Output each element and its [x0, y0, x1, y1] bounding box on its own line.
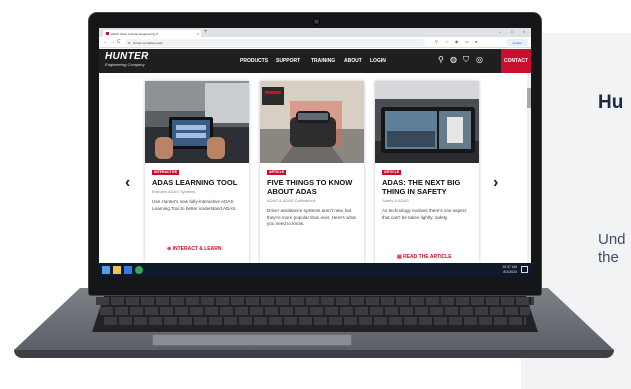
card-description: Use Hunter's new fully-interactive ADAS … — [152, 199, 237, 211]
card-image-tablet-in-car — [145, 81, 249, 163]
card-description: As technology evolves there's one aspect… — [382, 208, 467, 220]
browser-tab-bar: ADAS Tools | Hunter Engineering C × + – … — [99, 28, 531, 37]
card-badge: ARTICLE — [382, 170, 402, 175]
notifications-icon[interactable] — [521, 266, 528, 273]
keyboard-row — [104, 317, 526, 325]
forward-button[interactable]: → — [110, 39, 115, 45]
keyboard-row — [96, 297, 534, 305]
background-heading: Hu — [598, 92, 624, 113]
clock-time: 10:37 AM — [502, 265, 517, 269]
logo-wordmark: HUNTER — [105, 51, 149, 62]
extension-icon[interactable]: ◆ — [455, 39, 458, 44]
laptop-touchpad — [152, 334, 352, 346]
carousel-next-button[interactable]: › — [493, 174, 498, 192]
card-badge: INTERACTIVE — [152, 170, 180, 175]
card-badge: ARTICLE — [267, 170, 287, 175]
webcam-icon — [313, 18, 320, 25]
scene: Hu Und the ADAS Tools | Hunter Engineeri… — [0, 0, 631, 389]
laptop-screen: ADAS Tools | Hunter Engineering C × + – … — [99, 28, 531, 277]
account-icon[interactable]: ◎ — [476, 55, 483, 64]
card-title[interactable]: ADAS: THE NEXT BIG THING IN SAFETY — [382, 178, 476, 196]
nav-about[interactable]: ABOUT — [344, 58, 362, 64]
file-explorer-icon[interactable] — [113, 266, 121, 274]
card-subtitle: Branded ADAS Systems — [152, 189, 196, 194]
carousel-card-learning-tool[interactable]: INTERACTIVE ADAS LEARNING TOOL Branded A… — [145, 81, 249, 263]
nav-products[interactable]: PRODUCTS — [240, 58, 268, 64]
close-window-button[interactable]: × — [523, 29, 525, 34]
nav-support[interactable]: SUPPORT — [276, 58, 300, 64]
back-button[interactable]: ← — [103, 39, 108, 45]
system-tray-clock[interactable]: 10:37 AM 8/1/2024 — [502, 265, 517, 274]
close-tab-icon[interactable]: × — [197, 31, 199, 36]
laptop-bottom-edge — [14, 350, 614, 358]
browser-toolbar: ← → C ● hunter.com/adas-tools ⚲ ☆ ◆ ▭ ● … — [99, 37, 531, 48]
background-text-line: Und — [598, 231, 626, 248]
maximize-button[interactable]: □ — [511, 29, 513, 34]
zoom-icon[interactable]: ⚲ — [435, 39, 438, 44]
cart-icon[interactable]: ⛉ — [463, 55, 469, 65]
scrollbar-thumb[interactable] — [527, 88, 531, 108]
card-description: Driver assistance systems aren't new, bu… — [267, 208, 356, 226]
minimize-button[interactable]: – — [499, 29, 501, 34]
carousel-card-next-big-thing[interactable]: ARTICLE ADAS: THE NEXT BIG THING IN SAFE… — [375, 81, 479, 263]
chrome-icon[interactable] — [135, 266, 143, 274]
url-text: hunter.com/adas-tools — [133, 41, 163, 45]
clock-date: 8/1/2024 — [503, 269, 517, 274]
card-image-car-sensors — [260, 81, 364, 163]
globe-icon[interactable]: ◍ — [450, 55, 457, 64]
site-favicon-icon — [106, 32, 109, 35]
search-icon[interactable]: ⚲ — [438, 55, 444, 64]
sidebar-icon[interactable]: ▭ — [465, 39, 469, 44]
carousel-card-five-things[interactable]: ARTICLE FIVE THINGS TO KNOW ABOUT ADAS A… — [260, 81, 364, 263]
card-subtitle: ADAS & ADAS Calibrations — [267, 198, 316, 203]
new-tab-button[interactable]: + — [204, 29, 208, 35]
interact-learn-link[interactable]: ⊕ INTERACT & LEARN — [167, 246, 221, 252]
hunter-logo[interactable]: HUNTER Engineering Company — [105, 51, 159, 68]
tab-title: ADAS Tools | Hunter Engineering C — [111, 32, 159, 36]
card-title[interactable]: FIVE THINGS TO KNOW ABOUT ADAS — [267, 178, 361, 196]
reload-button[interactable]: C — [117, 39, 121, 45]
lock-icon: ● — [128, 40, 131, 45]
address-bar[interactable]: ● hunter.com/adas-tools — [125, 39, 425, 46]
contact-button[interactable]: CONTACT — [501, 49, 531, 73]
windows-taskbar: 10:37 AM 8/1/2024 — [99, 263, 531, 277]
read-article-link[interactable]: ▤ READ THE ARTICLE — [397, 254, 452, 260]
nav-training[interactable]: TRAINING — [311, 58, 335, 64]
site-header: HUNTER Engineering Company PRODUCTS SUPP… — [99, 49, 531, 73]
browser-update-button[interactable]: Update — [506, 39, 528, 46]
carousel-prev-button[interactable]: ‹ — [125, 174, 130, 192]
keyboard-row — [100, 307, 530, 315]
browser-tab[interactable]: ADAS Tools | Hunter Engineering C × — [103, 30, 201, 37]
logo-tagline: Engineering Company — [105, 62, 145, 67]
nav-login[interactable]: LOGIN — [370, 58, 386, 64]
bookmark-star-icon[interactable]: ☆ — [445, 39, 449, 44]
profile-icon[interactable]: ● — [475, 39, 477, 44]
card-subtitle: Safety & ADAS — [382, 198, 409, 203]
background-text-line: the — [598, 249, 619, 266]
card-image-dashboard-screen — [375, 81, 479, 163]
start-icon[interactable] — [102, 266, 110, 274]
card-title[interactable]: ADAS LEARNING TOOL — [152, 178, 246, 187]
edge-icon[interactable] — [124, 266, 132, 274]
